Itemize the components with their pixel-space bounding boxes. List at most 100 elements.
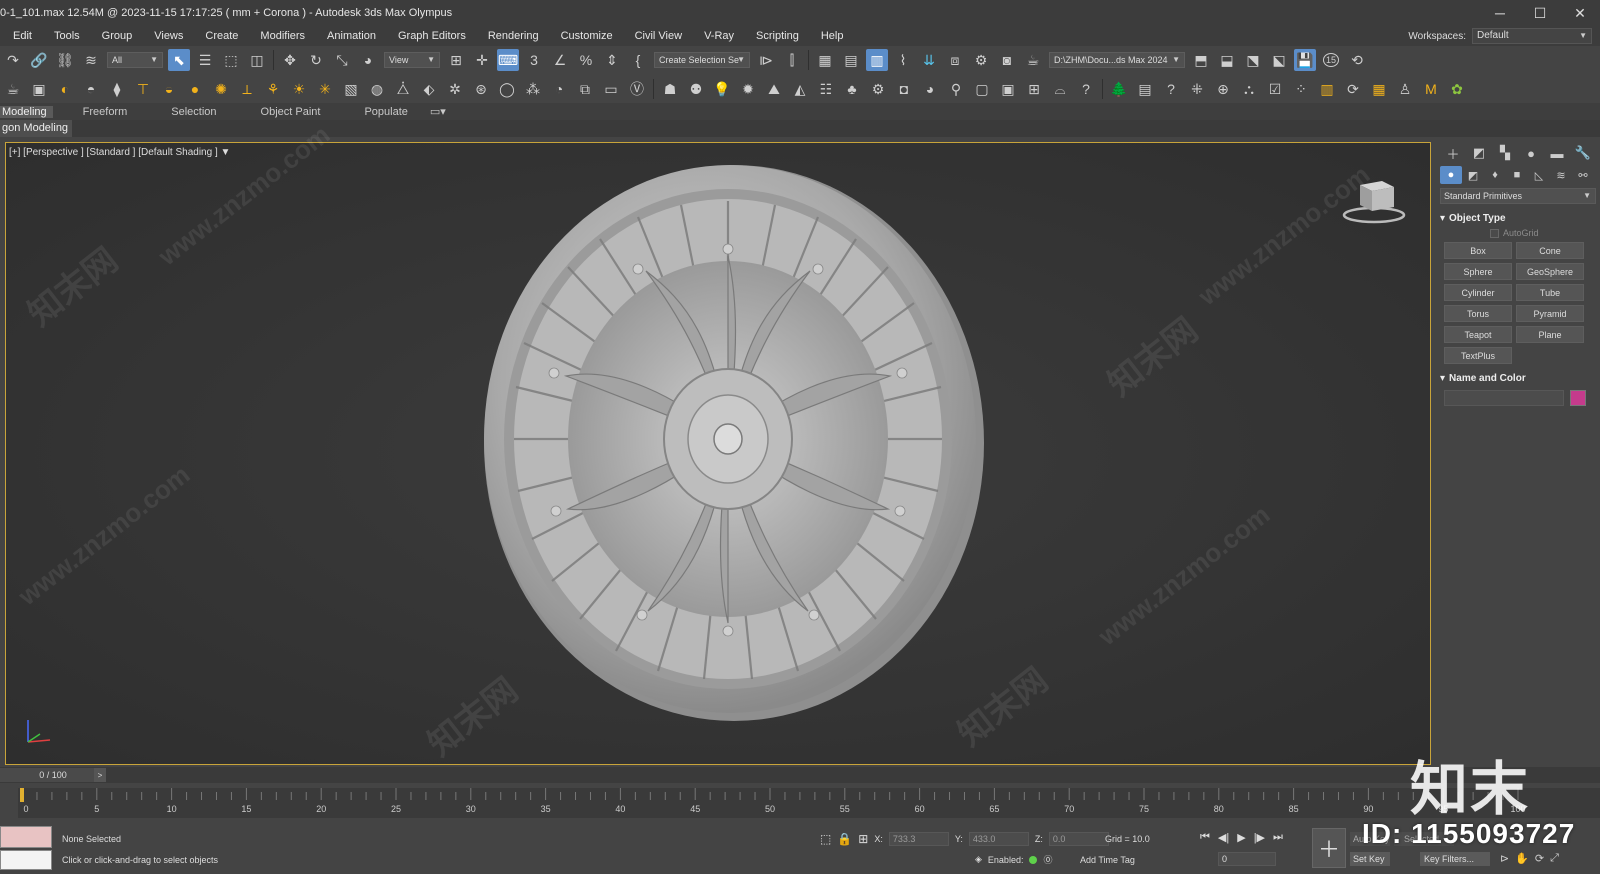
tab-populate[interactable]: Populate	[342, 106, 429, 118]
utilities-tab-icon[interactable]: 🔧	[1570, 143, 1596, 163]
place-icon[interactable]: ◕	[357, 49, 379, 71]
tab-selection[interactable]: Selection	[149, 106, 238, 118]
set-project-folder-icon[interactable]: ⬒	[1190, 49, 1212, 71]
asset-tracking-icon[interactable]: ⬕	[1268, 49, 1290, 71]
settings-icon[interactable]: ✿	[1446, 78, 1468, 100]
rectangular-selection-icon[interactable]: ⬚	[220, 49, 242, 71]
vray-frame-buffer-icon[interactable]: ▣	[28, 78, 50, 100]
save-icon[interactable]: 💾	[1294, 49, 1316, 71]
tab-modeling[interactable]: Modeling	[0, 105, 53, 118]
cylinder-button[interactable]: Cylinder	[1444, 284, 1512, 301]
dope-sheet-icon[interactable]: ⇊	[918, 49, 940, 71]
menu-customize[interactable]: Customize	[548, 30, 622, 42]
lock-icon[interactable]: 🔒	[837, 832, 852, 846]
bulb-icon[interactable]: 💡	[711, 78, 733, 100]
layers-icon[interactable]: ⧉	[574, 78, 596, 100]
box-button[interactable]: Box	[1444, 242, 1512, 259]
target-icon[interactable]: ⊕	[1212, 78, 1234, 100]
molecules-icon[interactable]: ⁂	[522, 78, 544, 100]
vray-dome-icon[interactable]: ✳	[314, 78, 336, 100]
person-icon[interactable]: ♙	[1394, 78, 1416, 100]
square-icon[interactable]: ▦	[1368, 78, 1390, 100]
unlink-icon[interactable]: ⛓	[54, 49, 76, 71]
pyramid-button[interactable]: Pyramid	[1516, 305, 1584, 322]
lights-icon[interactable]: ♦	[1484, 166, 1506, 184]
enabled-indicator[interactable]	[1029, 855, 1038, 864]
menu-tools[interactable]: Tools	[41, 30, 89, 42]
autogrid-option[interactable]: AutoGrid	[1490, 228, 1596, 238]
maxscript-listener-top[interactable]	[0, 826, 52, 848]
menu-graph-editors[interactable]: Graph Editors	[385, 30, 475, 42]
space-warps-icon[interactable]: ≋	[1550, 166, 1572, 184]
absolute-mode-icon[interactable]: ⊞	[858, 832, 868, 846]
edit-named-selection-icon[interactable]: {	[627, 49, 649, 71]
close-button[interactable]: ✕	[1560, 0, 1600, 26]
key-filters-button[interactable]: Key Filters...	[1420, 852, 1490, 866]
perspective-viewport[interactable]: [+] [Perspective ] [Standard ] [Default …	[5, 142, 1431, 765]
snaps-toggle-icon[interactable]: 3	[523, 49, 545, 71]
menu-modifiers[interactable]: Modifiers	[247, 30, 314, 42]
tree-icon[interactable]: ♣	[841, 78, 863, 100]
grid-icon[interactable]: ⊞	[1023, 78, 1045, 100]
cap-icon[interactable]: ⌓	[1049, 78, 1071, 100]
add-time-tag[interactable]: Add Time Tag	[1080, 855, 1135, 865]
corona-proxy-icon[interactable]: ⬖	[418, 78, 440, 100]
geometry-icon[interactable]: ●	[1440, 166, 1462, 184]
menu-rendering[interactable]: Rendering	[475, 30, 548, 42]
torus-button[interactable]: Torus	[1444, 305, 1512, 322]
vray-plane-icon[interactable]: ⊤	[132, 78, 154, 100]
motion-tab-icon[interactable]: ●	[1518, 143, 1544, 163]
keyboard-shortcut-override-icon[interactable]: ⌨	[497, 49, 519, 71]
vray-sphere-icon[interactable]: ◒	[158, 78, 180, 100]
select-object-icon[interactable]: ⬉	[168, 49, 190, 71]
menu-group[interactable]: Group	[89, 30, 142, 42]
teapot-icon[interactable]: ☕	[2, 78, 24, 100]
vray-light-icon[interactable]: ◐	[54, 78, 76, 100]
loop-icon[interactable]: ⟳	[1342, 78, 1364, 100]
layer-explorer-icon[interactable]: ▤	[840, 49, 862, 71]
corona-sphere-icon[interactable]: ◍	[366, 78, 388, 100]
help-icon[interactable]: ?	[1075, 78, 1097, 100]
corona-scatter-icon[interactable]: ✲	[444, 78, 466, 100]
pan-icon[interactable]: ✋	[1515, 852, 1529, 865]
ribbon-options-icon[interactable]: ▭▾	[430, 105, 446, 118]
orbit-icon[interactable]: ⟳	[1535, 852, 1544, 865]
menu-vray[interactable]: V-Ray	[691, 30, 743, 42]
vray-ies-icon[interactable]: ⟂	[236, 78, 258, 100]
vray-sun-icon[interactable]: ☀	[288, 78, 310, 100]
helper-icon[interactable]: ☗	[659, 78, 681, 100]
name-and-color-header[interactable]: ▾ Name and Color	[1440, 370, 1596, 386]
object-color-swatch[interactable]	[1570, 390, 1586, 406]
workspaces-dropdown[interactable]: Default ▼	[1472, 28, 1592, 44]
trackbar[interactable]: 0 5 10 15 20 25 30 35 40 45 50 55 60 65 70 75 80 85 90 95 10…	[18, 788, 1600, 818]
degradation-icon[interactable]: ◈	[975, 854, 982, 865]
render-teapot-icon[interactable]: ☕	[1022, 49, 1044, 71]
set-key-big-button[interactable]: ＋	[1312, 828, 1346, 868]
render-icon[interactable]: ◘	[893, 78, 915, 100]
minimize-button[interactable]: ─	[1480, 0, 1520, 26]
toggle-ribbon-icon[interactable]: ▥	[866, 49, 888, 71]
sun-icon[interactable]: ✹	[737, 78, 759, 100]
checklist-icon[interactable]: ☑	[1264, 78, 1286, 100]
textplus-button[interactable]: TextPlus	[1444, 347, 1512, 364]
menu-edit[interactable]: Edit	[0, 30, 41, 42]
cone-button[interactable]: Cone	[1516, 242, 1584, 259]
box-icon[interactable]: ▢	[971, 78, 993, 100]
vray-sphere-solid-icon[interactable]: ●	[184, 78, 206, 100]
crowd-icon[interactable]: ⚉	[685, 78, 707, 100]
play-icon[interactable]: ▶	[1237, 831, 1245, 844]
vray-proxy-icon[interactable]: ⧫	[106, 78, 128, 100]
bind-spacewarp-icon[interactable]: ≋	[80, 49, 102, 71]
link-icon[interactable]: 🔗	[28, 49, 50, 71]
x-coordinate-field[interactable]: 733.3	[888, 832, 949, 846]
corona-light-icon[interactable]: ⧊	[392, 78, 414, 100]
enabled-toggle-icon[interactable]: ⓪	[1043, 853, 1052, 866]
camera-icon[interactable]: ⛰	[763, 78, 785, 100]
menu-help[interactable]: Help	[808, 30, 853, 42]
named-selection-dropdown[interactable]: Create Selection Se ▼	[654, 52, 750, 68]
badge-icon[interactable]: 15	[1320, 49, 1342, 71]
object-type-header[interactable]: ▾ Object Type	[1440, 210, 1596, 226]
bars-icon[interactable]: ▥	[1316, 78, 1338, 100]
go-to-start-icon[interactable]: ⏮	[1200, 831, 1210, 844]
modify-tab-icon[interactable]: ◩	[1466, 143, 1492, 163]
